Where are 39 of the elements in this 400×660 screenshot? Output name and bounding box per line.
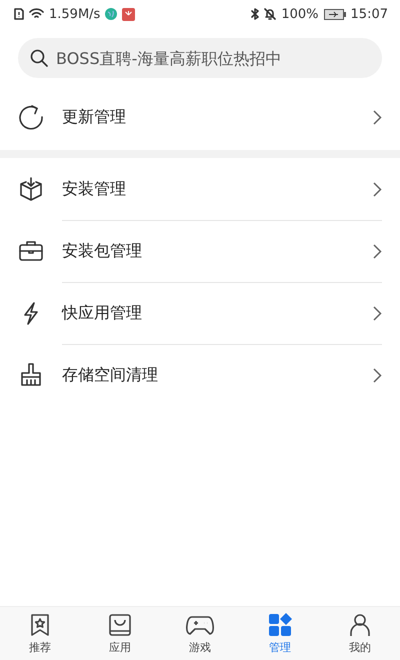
shopping-bag-icon — [108, 612, 132, 636]
muted-bell-icon — [264, 8, 276, 20]
box-icon — [18, 176, 44, 202]
menu-item[interactable]: 安装管理 — [0, 158, 400, 220]
broom-icon — [18, 362, 44, 388]
menu-item[interactable]: 更新管理 — [0, 86, 400, 148]
sim-icon — [14, 8, 24, 20]
chevron-icon — [373, 110, 382, 124]
grid-icon — [268, 612, 292, 636]
person-icon — [348, 612, 372, 636]
nav-tab[interactable]: 管理 — [240, 607, 320, 660]
chevron-icon — [373, 306, 382, 321]
bookmark-star-icon — [28, 612, 52, 636]
search-field[interactable]: BOSS直聘-海量高薪职位热招中 — [18, 38, 382, 78]
chevron-icon — [373, 244, 382, 259]
globe-icon — [105, 8, 118, 20]
wifi-icon — [29, 8, 44, 20]
clock: 15:07 — [350, 6, 388, 22]
bluetooth-icon — [251, 8, 260, 20]
battery-percent: 100% — [281, 6, 319, 22]
chevron-icon — [373, 182, 382, 196]
nav-tab[interactable]: 游戏 — [160, 607, 240, 660]
menu-item[interactable]: 安装包管理 — [0, 220, 400, 282]
menu-item[interactable]: 存储空间清理 — [0, 344, 400, 406]
app-icon — [122, 8, 136, 20]
menu-label: 安装管理 — [62, 178, 127, 200]
chevron-icon — [373, 368, 382, 383]
menu-label: 安装包管理 — [62, 241, 143, 262]
battery-icon — [324, 8, 346, 20]
menu-label: 更新管理 — [62, 106, 127, 128]
refresh-icon — [18, 104, 44, 130]
nav-tab[interactable]: 应用 — [80, 607, 160, 660]
network-speed: 1.59M/s — [49, 6, 100, 22]
nav-tab[interactable]: 推荐 — [0, 607, 80, 660]
menu-item[interactable]: 快应用管理 — [0, 282, 400, 344]
menu-label: 快应用管理 — [62, 303, 143, 324]
briefcase-icon — [18, 238, 44, 264]
menu-label: 存储空间清理 — [62, 365, 159, 386]
nav-tab[interactable]: 我的 — [320, 607, 400, 660]
